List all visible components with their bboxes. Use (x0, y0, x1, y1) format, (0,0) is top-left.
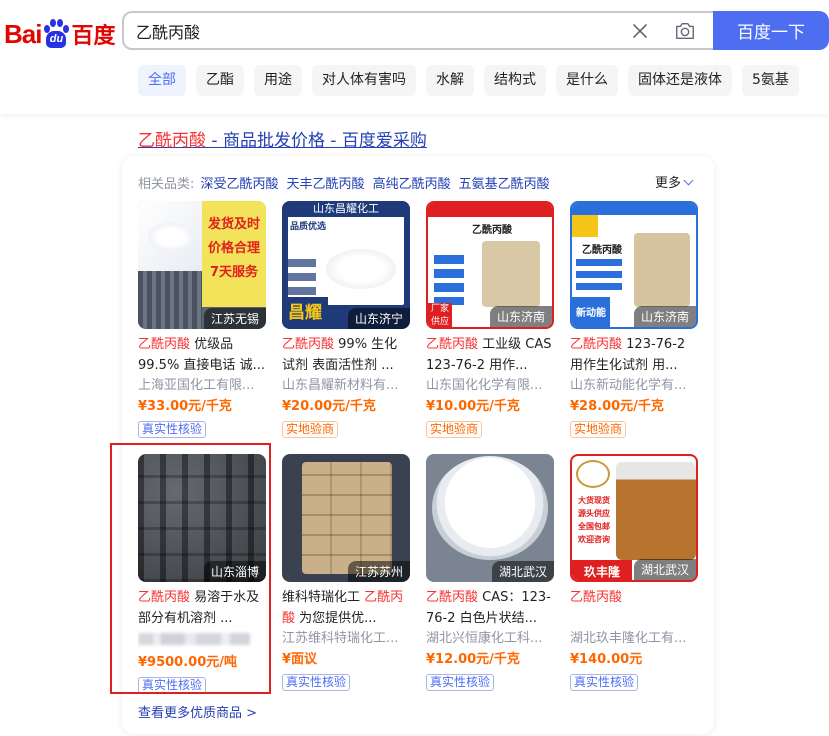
product-company[interactable]: 山东新动能化学有... (570, 376, 698, 396)
related-item[interactable]: 深受乙酰丙酸 (201, 177, 279, 192)
image-caption: 厂家供应 (428, 303, 452, 327)
highlight-box (110, 443, 271, 694)
verification-badge: 真实性核验 (282, 674, 351, 691)
product-location: 湖北武汉 (633, 559, 696, 580)
product-name[interactable]: 维科特瑞化工 乙酰丙酸 为您提供优... (282, 587, 410, 629)
product-price: ¥面议 (282, 652, 318, 667)
product-item[interactable]: 乙酰丙酸 新动能 山东济南 乙酰丙酸 123-76-2 用作生化试剂 用... … (570, 201, 698, 438)
more-label: 更多 (655, 176, 682, 191)
product-location: 江苏无锡 (203, 308, 266, 329)
product-location: 山东济宁 (347, 308, 410, 329)
verification-badge: 实地验商 (570, 421, 627, 438)
image-caption: 乙酰丙酸 (472, 225, 512, 236)
product-name[interactable]: 乙酰丙酸 CAS：123-76-2 白色片状结... (426, 587, 554, 629)
product-item[interactable]: 大货现货 源头供应 全国包邮 欢迎咨询 玖丰隆 湖北武汉 乙酰丙酸 湖北玖丰隆化… (570, 454, 698, 691)
image-caption: 大货现货 (578, 496, 610, 505)
tab-0[interactable]: 全部 (138, 65, 186, 96)
product-price: ¥33.00元/千克 (138, 399, 232, 414)
image-caption: 乙酰丙酸 (582, 245, 622, 256)
tab-2[interactable]: 用途 (254, 65, 302, 96)
product-name[interactable]: 乙酰丙酸 123-76-2 用作生化试剂 用... (570, 334, 698, 376)
product-company[interactable]: 山东国化化学有限... (426, 376, 554, 396)
tab-1[interactable]: 乙酯 (196, 65, 244, 96)
product-item[interactable]: 乙酰丙酸 厂家供应 山东济南 乙酰丙酸 工业级 CAS 123-76-2 用作.… (426, 201, 554, 438)
related-item[interactable]: 天丰乙酰丙酸 (287, 177, 365, 192)
image-caption: 新动能 (572, 297, 610, 327)
product-price: ¥12.00元/千克 (426, 652, 520, 667)
product-location: 湖北武汉 (491, 561, 554, 582)
product-image[interactable]: 湖北武汉 (426, 454, 554, 582)
image-caption: 价格合理 (207, 241, 260, 256)
tab-4[interactable]: 水解 (426, 65, 474, 96)
verification-badge: 实地验商 (426, 421, 483, 438)
search-tabs: 全部 乙酯 用途 对人体有害吗 水解 结构式 是什么 固体还是液体 5氨基 (138, 65, 799, 96)
product-location: 山东济南 (489, 306, 552, 327)
logo-text-baidu: 百度 (71, 24, 116, 49)
product-company[interactable]: 湖北玖丰隆化工有... (570, 629, 698, 649)
product-name[interactable]: 乙酰丙酸 优级品99.5% 直接电话 诚... (138, 334, 266, 376)
search-button[interactable]: 百度一下 (713, 11, 829, 50)
tab-5[interactable]: 结构式 (484, 65, 546, 96)
tab-7[interactable]: 固体还是液体 (628, 65, 732, 96)
product-company[interactable]: 山东昌耀新材料有... (282, 376, 410, 396)
product-image[interactable]: 发货及时 价格合理 7天服务 江苏无锡 (138, 201, 266, 329)
more-button[interactable]: 更多 (655, 172, 694, 191)
product-item[interactable]: 湖北武汉 乙酰丙酸 CAS：123-76-2 白色片状结... 湖北兴恒康化工科… (426, 454, 554, 691)
related-item[interactable]: 高纯乙酰丙酸 (373, 177, 451, 192)
search-input[interactable] (124, 13, 604, 48)
baidu-logo[interactable]: Bai du 百度 (4, 14, 115, 54)
product-item[interactable]: 发货及时 价格合理 7天服务 江苏无锡 乙酰丙酸 优级品99.5% 直接电话 诚… (138, 201, 266, 438)
camera-icon[interactable] (674, 20, 696, 42)
image-caption: 7天服务 (209, 265, 259, 280)
verification-badge: 真实性核验 (138, 421, 207, 438)
product-image[interactable]: 山东昌耀化工 品质优选 昌耀 山东济宁 (282, 201, 410, 329)
verification-badge: 真实性核验 (426, 674, 495, 691)
product-name[interactable]: 乙酰丙酸 (570, 587, 698, 629)
verification-badge: 真实性核验 (570, 674, 639, 691)
product-price: ¥20.00元/千克 (282, 399, 376, 414)
product-company[interactable]: 上海亚国化工有限... (138, 376, 266, 396)
image-caption: 源头供应 (578, 509, 610, 518)
related-item[interactable]: 五氨基乙酰丙酸 (459, 177, 550, 192)
image-caption: 发货及时 (207, 217, 260, 232)
verification-badge: 实地验商 (282, 421, 339, 438)
tab-8[interactable]: 5氨基 (742, 65, 799, 96)
result-title-link[interactable]: 乙酰丙酸 - 商品批发价格 - 百度爱采购 (138, 126, 427, 151)
search-box (122, 11, 714, 50)
image-caption: 品质优选 (290, 222, 327, 232)
result-title-highlight: 乙酰丙酸 (138, 131, 206, 151)
image-caption: 玖丰隆 (572, 560, 632, 580)
product-name[interactable]: 乙酰丙酸 工业级 CAS 123-76-2 用作... (426, 334, 554, 376)
clear-icon[interactable] (630, 21, 650, 41)
related-categories: 相关品类: 深受乙酰丙酸 天丰乙酰丙酸 高纯乙酰丙酸 五氨基乙酰丙酸 (138, 173, 558, 192)
result-title-rest: - 商品批发价格 - 百度爱采购 (206, 131, 427, 151)
image-caption: 昌耀 (282, 297, 328, 329)
tab-6[interactable]: 是什么 (556, 65, 618, 96)
image-caption: 山东昌耀化工 (282, 201, 410, 217)
product-image[interactable]: 乙酰丙酸 厂家供应 山东济南 (426, 201, 554, 329)
product-image[interactable]: 大货现货 源头供应 全国包邮 欢迎咨询 玖丰隆 湖北武汉 (570, 454, 698, 582)
product-price: ¥10.00元/千克 (426, 399, 520, 414)
product-company[interactable]: 湖北兴恒康化工科... (426, 629, 554, 649)
product-item[interactable]: 山东昌耀化工 品质优选 昌耀 山东济宁 乙酰丙酸 99% 生化试剂 表面活性剂 … (282, 201, 410, 438)
product-location: 山东济南 (633, 306, 696, 327)
related-label: 相关品类: (138, 177, 195, 192)
logo-text-bai: Bai (4, 18, 42, 49)
product-price: ¥140.00元 (570, 652, 643, 667)
see-more-link[interactable]: 查看更多优质商品 > (138, 702, 257, 721)
header: Bai du 百度 百度一下 全部乙酯用途对人体有害吗水解结构式是什么固体还是液… (0, 0, 829, 114)
logo-text-du: du (46, 31, 67, 48)
image-caption: 全国包邮 (578, 522, 610, 531)
chevron-down-icon (683, 175, 694, 186)
product-item[interactable]: 江苏苏州 维科特瑞化工 乙酰丙酸 为您提供优... 江苏维科特瑞化工... ¥面… (282, 454, 410, 691)
product-location: 江苏苏州 (347, 561, 410, 582)
product-image[interactable]: 江苏苏州 (282, 454, 410, 582)
product-name[interactable]: 乙酰丙酸 99% 生化试剂 表面活性剂 ... (282, 334, 410, 376)
paw-icon: du (42, 19, 70, 49)
product-price: ¥28.00元/千克 (570, 399, 664, 414)
tab-3[interactable]: 对人体有害吗 (312, 65, 416, 96)
product-company[interactable]: 江苏维科特瑞化工... (282, 629, 410, 649)
image-caption: 欢迎咨询 (578, 535, 610, 544)
product-image[interactable]: 乙酰丙酸 新动能 山东济南 (570, 201, 698, 329)
